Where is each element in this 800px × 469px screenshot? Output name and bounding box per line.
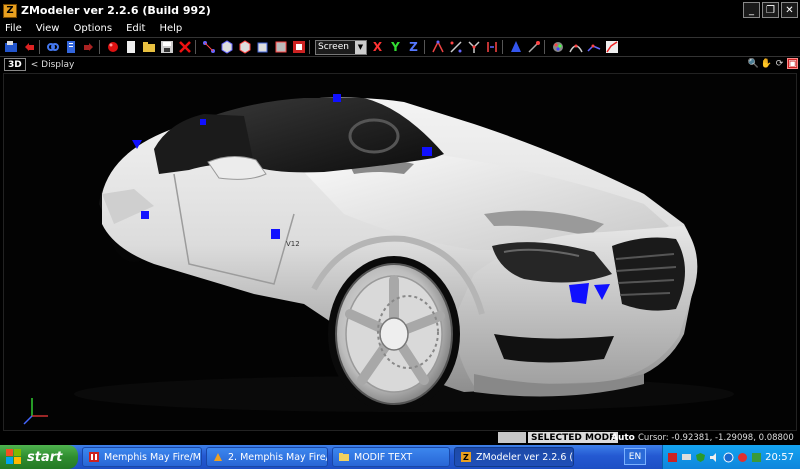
- toolbar-separator: [309, 40, 313, 54]
- undo-icon[interactable]: [21, 40, 36, 55]
- cube-group-icon[interactable]: [255, 40, 270, 55]
- zmodeler-window: Z ZModeler ver 2.2.6 (Build 992) _ ❐ ✕ F…: [0, 0, 800, 469]
- clock[interactable]: 20:57: [765, 452, 794, 463]
- start-label: start: [27, 449, 63, 465]
- status-bar: SELECTED MODE Auto Cursor: -0.92381, -1.…: [0, 431, 800, 444]
- toolbar-separator: [99, 40, 103, 54]
- maximize-viewport-icon[interactable]: ▣: [787, 58, 798, 69]
- link-icon[interactable]: [45, 40, 60, 55]
- svg-text:Z: Z: [463, 453, 469, 462]
- winamp-icon: [214, 453, 222, 461]
- redo-icon[interactable]: [81, 40, 96, 55]
- toolbar-separator: [544, 40, 548, 54]
- window-controls: _ ❐ ✕: [743, 2, 798, 18]
- menu-file[interactable]: File: [0, 23, 29, 34]
- curve-icon[interactable]: [568, 40, 583, 55]
- task-label: MODIF TEXT: [354, 451, 413, 463]
- car-model-render: V12: [23, 94, 734, 425]
- update-icon[interactable]: [751, 452, 762, 463]
- menu-bar: File View Options Edit Help: [0, 21, 800, 36]
- cone-icon[interactable]: [508, 40, 523, 55]
- taskbar-item-zmodeler[interactable]: Z ZModeler ver 2.2.6 (...: [454, 447, 574, 467]
- document-icon[interactable]: [63, 40, 78, 55]
- cube-selected-icon[interactable]: [291, 40, 306, 55]
- taskbar-item-media-2[interactable]: 2. Memphis May Fire/...: [206, 447, 328, 467]
- record-icon[interactable]: [105, 40, 120, 55]
- axis-x-button[interactable]: X: [370, 40, 385, 55]
- viewport-controls: 🔍 ✋ ⟳ ▣: [748, 58, 798, 69]
- selected-mode-indicator[interactable]: SELECTED MODE: [528, 432, 619, 443]
- media-tray-icon[interactable]: [667, 452, 678, 463]
- menu-help[interactable]: Help: [152, 23, 189, 34]
- cube-icon[interactable]: [219, 40, 234, 55]
- projection-value: Screen: [318, 42, 349, 52]
- main-toolbar: Screen ▼ X Y Z: [0, 37, 800, 57]
- toolbar-separator: [195, 40, 199, 54]
- task-label: ZModeler ver 2.2.6 (...: [476, 451, 574, 463]
- system-tray: 20:57: [662, 445, 800, 469]
- rotate-icon[interactable]: [448, 40, 463, 55]
- light-icon[interactable]: [526, 40, 541, 55]
- task-label: 2. Memphis May Fire/...: [228, 451, 328, 463]
- folder-icon: [339, 453, 349, 461]
- taskbar-item-folder[interactable]: MODIF TEXT: [332, 447, 450, 467]
- open-icon[interactable]: [3, 40, 18, 55]
- zoom-icon[interactable]: 🔍: [748, 58, 759, 69]
- move-icon[interactable]: [430, 40, 445, 55]
- cursor-coordinates: Cursor: -0.92381, -1.29098, 0.08800: [638, 432, 794, 443]
- rotate-view-icon[interactable]: ⟳: [774, 58, 785, 69]
- new-file-icon[interactable]: [123, 40, 138, 55]
- speaker-icon[interactable]: [709, 452, 720, 463]
- windows-taskbar: start Memphis May Fire/Me... 2. Memphis …: [0, 445, 800, 469]
- projection-select[interactable]: Screen ▼: [315, 39, 367, 55]
- status-progress-field: [498, 432, 526, 443]
- open-folder-icon[interactable]: [141, 40, 156, 55]
- antivirus-icon[interactable]: [737, 452, 748, 463]
- close-button[interactable]: ✕: [781, 2, 798, 18]
- v12-badge: V12: [286, 240, 300, 248]
- media-player-icon: [89, 452, 99, 462]
- display-panel-toggle[interactable]: < Display: [31, 60, 75, 70]
- auto-indicator[interactable]: Auto: [608, 432, 638, 443]
- viewport-header: 3D < Display 🔍 ✋ ⟳ ▣: [0, 57, 800, 72]
- restore-button[interactable]: ❐: [762, 2, 779, 18]
- language-indicator[interactable]: EN: [624, 448, 646, 465]
- spline-icon[interactable]: [586, 40, 601, 55]
- delete-icon[interactable]: [177, 40, 192, 55]
- scale-icon[interactable]: [466, 40, 481, 55]
- toolbar-separator: [424, 40, 428, 54]
- paint-icon[interactable]: [550, 40, 565, 55]
- toolbar-separator: [39, 40, 43, 54]
- taskbar-item-media-1[interactable]: Memphis May Fire/Me...: [82, 447, 202, 467]
- 3d-viewport[interactable]: V12: [3, 73, 797, 431]
- windows-flag-icon: [6, 449, 22, 465]
- zmodeler-icon: Z: [461, 452, 471, 462]
- window-title: ZModeler ver 2.2.6 (Build 992): [21, 4, 211, 17]
- menu-view[interactable]: View: [29, 23, 67, 34]
- menu-edit[interactable]: Edit: [119, 23, 152, 34]
- vertex-select-icon[interactable]: [201, 40, 216, 55]
- network-icon[interactable]: [681, 452, 692, 463]
- menu-options[interactable]: Options: [66, 23, 119, 34]
- graph-icon[interactable]: [604, 40, 619, 55]
- minimize-button[interactable]: _: [743, 2, 760, 18]
- pan-hand-icon[interactable]: ✋: [761, 58, 772, 69]
- axis-z-button[interactable]: Z: [406, 40, 421, 55]
- start-button[interactable]: start: [0, 445, 78, 469]
- cube-red-icon[interactable]: [237, 40, 252, 55]
- chevron-down-icon: ▼: [355, 40, 366, 54]
- axis-y-button[interactable]: Y: [388, 40, 403, 55]
- security-icon[interactable]: [723, 452, 734, 463]
- zmodeler-app-icon[interactable]: Z: [3, 3, 17, 18]
- save-icon[interactable]: [159, 40, 174, 55]
- task-label: Memphis May Fire/Me...: [104, 451, 201, 463]
- viewport-mode-button[interactable]: 3D: [4, 58, 26, 71]
- title-bar: Z ZModeler ver 2.2.6 (Build 992) _ ❐ ✕: [0, 0, 800, 21]
- axis-gizmo: [23, 398, 48, 425]
- cube-frame-icon[interactable]: [273, 40, 288, 55]
- shield-icon[interactable]: [695, 452, 706, 463]
- mirror-icon[interactable]: [484, 40, 499, 55]
- toolbar-separator: [502, 40, 506, 54]
